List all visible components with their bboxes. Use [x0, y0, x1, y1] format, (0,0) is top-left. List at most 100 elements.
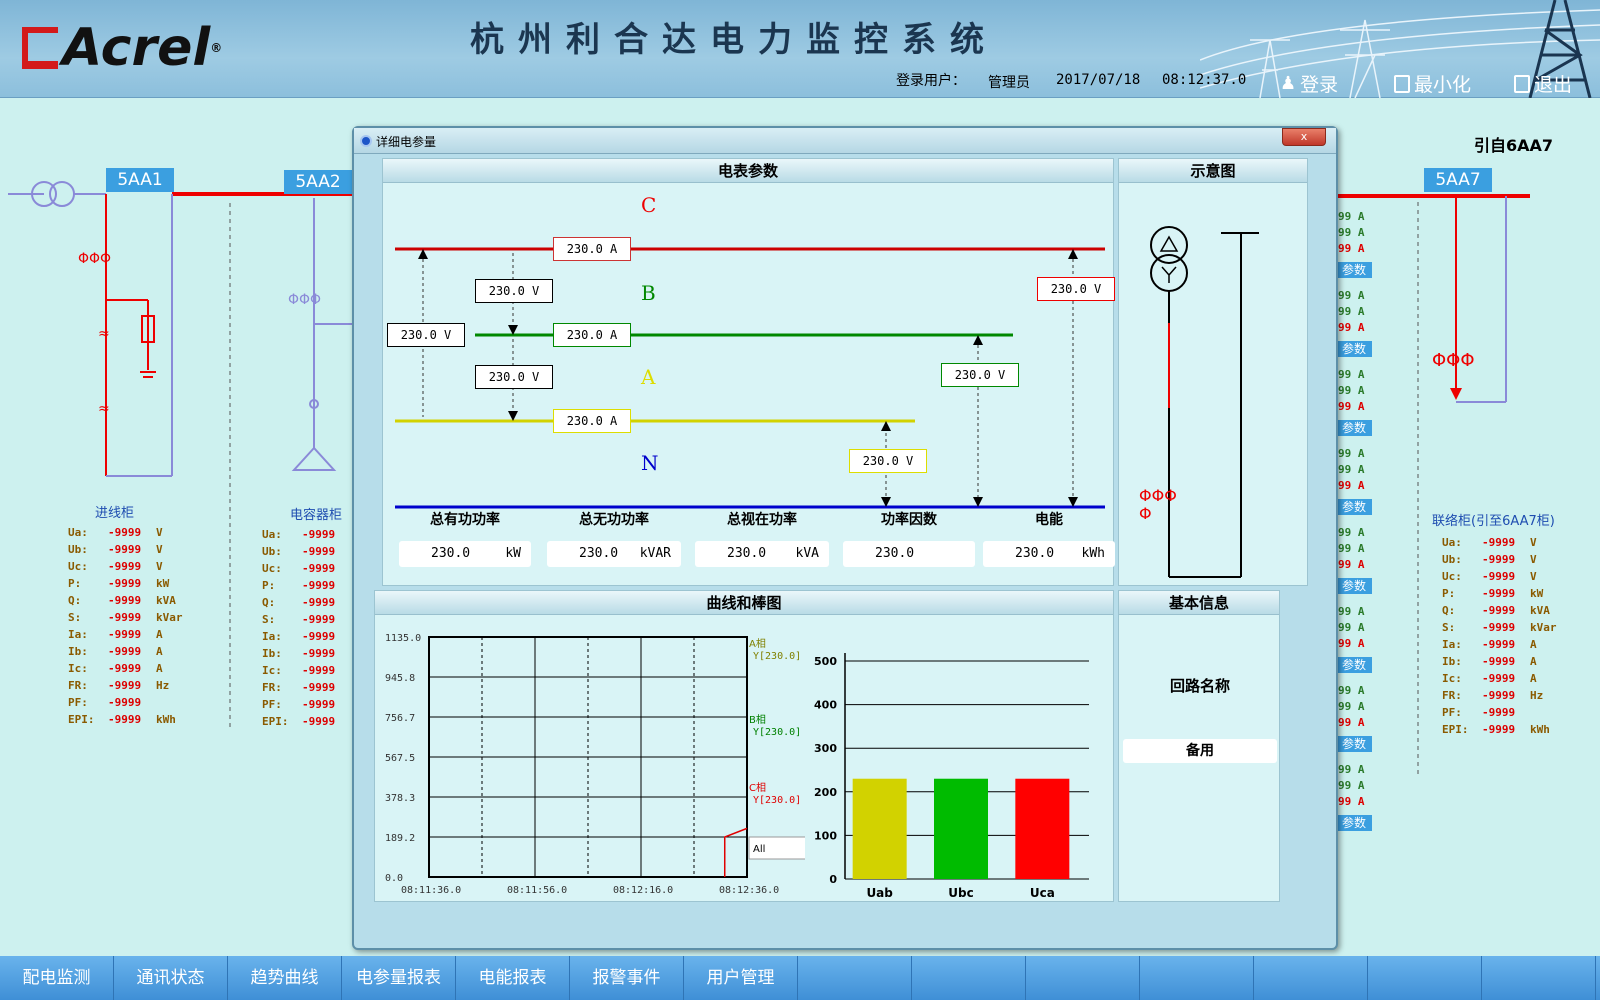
series-name: A相 [749, 637, 766, 650]
tie-cabinet-label: 联络柜(引至6AA7柜) [1432, 514, 1555, 529]
params-button[interactable]: 参数 [1336, 815, 1372, 831]
param-value: -9999 [302, 562, 336, 575]
params-button[interactable]: 参数 [1336, 578, 1372, 594]
y-tick-label: 945.8 [385, 673, 415, 684]
svg-text:Φ: Φ [1139, 504, 1152, 523]
nav-user-manage[interactable]: 用户管理 [684, 956, 798, 1000]
nav-energy-report[interactable]: 电能报表 [456, 956, 570, 1000]
capacitor-param-row: Uc: -9999 [262, 562, 350, 575]
nav-empty-slot [1368, 956, 1482, 1000]
tie-param-row: Uc: -9999 V [1442, 570, 1537, 583]
x-tick-label: 08:11:56.0 [507, 885, 567, 896]
param-value: -9999 [302, 630, 336, 643]
param-value: -9999 [108, 543, 142, 556]
detail-params-dialog: 详细电参量 x 电表参数 C B A N 230.0 A 230.0 A 230… [352, 126, 1338, 950]
incoming-param-row: Uc: -9999 V [68, 560, 163, 573]
nav-param-report[interactable]: 电参量报表 [342, 956, 456, 1000]
y-tick-label: 500 [814, 655, 837, 668]
tie-param-row: FR: -9999 Hz [1442, 689, 1543, 702]
strip-unit: A [1357, 210, 1365, 223]
strip-unit: A [1357, 621, 1365, 634]
param-unit: V [1530, 570, 1537, 583]
param-unit: A [156, 662, 163, 675]
nav-power-monitor[interactable]: 配电监测 [0, 956, 114, 1000]
minimize-button[interactable]: 最小化 [1394, 70, 1471, 97]
svg-text:≈: ≈ [98, 401, 110, 417]
x-tick-label: 08:11:36.0 [401, 885, 461, 896]
params-button[interactable]: 参数 [1336, 657, 1372, 673]
strip-unit: A [1357, 542, 1365, 555]
strip-unit: A [1357, 526, 1365, 539]
param-key: Q: [1442, 604, 1456, 617]
dialog-title: 详细电参量 [376, 135, 437, 149]
param-key: Ia: [1442, 638, 1462, 651]
strip-value: 99 A [1338, 542, 1365, 555]
exit-button[interactable]: 退出 [1514, 70, 1572, 97]
nav-empty-slot [1026, 956, 1140, 1000]
bottom-nav-bar: 配电监测 通讯状态 趋势曲线 电参量报表 电能报表 报警事件 用户管理 [0, 956, 1600, 1000]
login-button[interactable]: ♟ 登录 [1280, 70, 1338, 97]
header-bar: Acrel ® 杭州利合达电力监控系统 登录用户： 管理员 2017/07/18 … [0, 0, 1600, 98]
capacitor-param-row: FR: -9999 [262, 681, 350, 694]
y-tick-label: 189.2 [385, 833, 415, 844]
nav-alarm-events[interactable]: 报警事件 [570, 956, 684, 1000]
params-button[interactable]: 参数 [1336, 499, 1372, 515]
capacitor-param-row: Ub: -9999 [262, 545, 350, 558]
param-key: P: [262, 579, 276, 592]
capacitor-param-row: Ia: -9999 [262, 630, 350, 643]
y-tick-label: 1135.0 [385, 633, 421, 644]
strip-unit: A [1357, 368, 1365, 381]
incoming-param-row: Ic: -9999 A [68, 662, 163, 675]
x-tick-label: Uca [1030, 886, 1055, 900]
params-button[interactable]: 参数 [1336, 341, 1372, 357]
strip-unit: A [1357, 795, 1365, 808]
cabinet-tag-5aa1[interactable]: 5AA1 [106, 168, 174, 192]
strip-unit: A [1357, 558, 1365, 571]
series-name: B相 [749, 713, 766, 726]
tie-param-row: P: -9999 kW [1442, 587, 1543, 600]
strip-value: 99 A [1338, 621, 1365, 634]
params-button[interactable]: 参数 [1336, 736, 1372, 752]
capacitor-param-row: Q: -9999 [262, 596, 350, 609]
param-value: -9999 [108, 577, 142, 590]
param-value: -9999 [108, 696, 142, 709]
incoming-param-row: Q: -9999 kVA [68, 594, 176, 607]
params-button[interactable]: 参数 [1336, 262, 1372, 278]
minimize-icon [1394, 74, 1410, 93]
param-key: PF: [1442, 706, 1462, 719]
param-value: -9999 [302, 579, 336, 592]
nav-empty-slot [798, 956, 912, 1000]
param-unit: A [1530, 655, 1537, 668]
incoming-param-row: Ia: -9999 A [68, 628, 163, 641]
strip-value: 99 A [1338, 447, 1365, 460]
strip-value: 99 A [1338, 779, 1365, 792]
tie-param-row: Ic: -9999 A [1442, 672, 1537, 685]
y-tick-label: 100 [814, 829, 837, 842]
strip-unit: A [1357, 305, 1365, 318]
summary-value-box: 230.0 [843, 541, 975, 567]
param-key: EPI: [1442, 723, 1469, 736]
voltage-bar-chart: 500 400 300 200 100 0 Uab Ubc Uca [814, 653, 1089, 900]
strip-unit: A [1357, 637, 1365, 650]
svg-text:ΦΦΦ: ΦΦΦ [1432, 350, 1475, 371]
nav-trend-curve[interactable]: 趋势曲线 [228, 956, 342, 1000]
nav-empty-slot [1140, 956, 1254, 1000]
strip-unit: A [1357, 242, 1365, 255]
cabinet-tag-5aa2[interactable]: 5AA2 [284, 170, 352, 194]
param-key: Ib: [1442, 655, 1462, 668]
param-key: Ia: [262, 630, 282, 643]
dialog-close-button[interactable]: x [1282, 128, 1326, 146]
param-unit: A [156, 645, 163, 658]
strip-value: 99 A [1338, 526, 1365, 539]
param-value: -9999 [302, 698, 336, 711]
dialog-titlebar[interactable]: 详细电参量 x [354, 128, 1336, 154]
tie-param-row: Ia: -9999 A [1442, 638, 1537, 651]
nav-comm-status[interactable]: 通讯状态 [114, 956, 228, 1000]
trend-line-chart: 1135.0945.8756.7567.5378.3189.20.008:11:… [385, 633, 805, 896]
param-unit: kWh [156, 713, 176, 726]
phase-b-label: B [641, 281, 656, 305]
cabinet-tag-5aa7[interactable]: 5AA7 [1424, 168, 1492, 192]
strip-value: 99 A [1338, 637, 1365, 650]
param-unit: kVA [1530, 604, 1550, 617]
params-button[interactable]: 参数 [1336, 420, 1372, 436]
